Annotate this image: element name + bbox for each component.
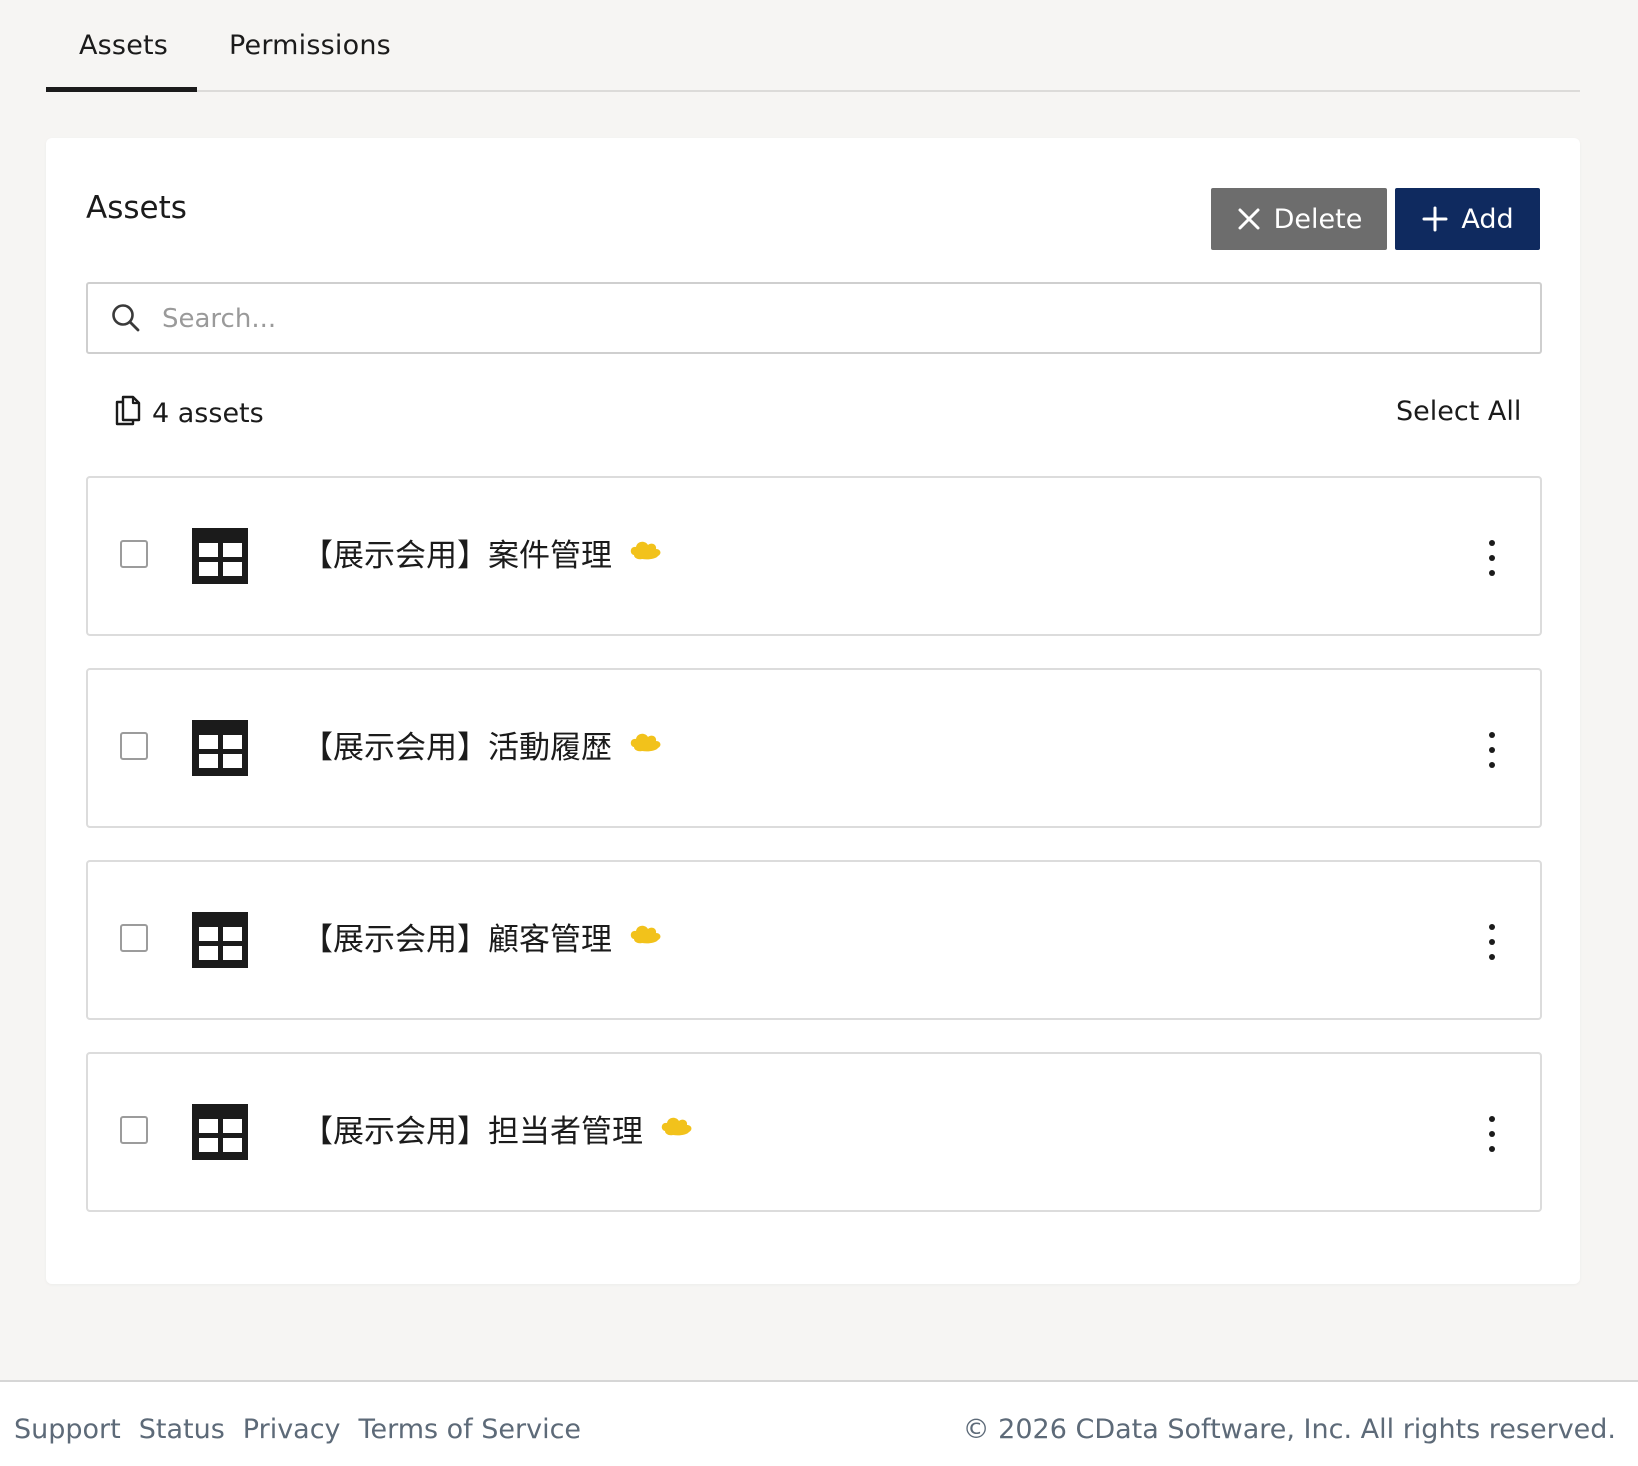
card-title: Assets <box>86 190 187 226</box>
footer: Support Status Privacy Terms of Service … <box>0 1380 1638 1466</box>
footer-link-terms[interactable]: Terms of Service <box>359 1414 582 1445</box>
search-input[interactable] <box>160 284 1524 354</box>
asset-row[interactable]: 【展示会用】担当者管理 <box>86 1052 1542 1212</box>
search-box <box>86 282 1542 354</box>
footer-link-privacy[interactable]: Privacy <box>243 1414 341 1445</box>
footer-link-status[interactable]: Status <box>139 1414 225 1445</box>
more-options-icon[interactable] <box>1480 540 1504 576</box>
cloud-badge-icon <box>659 1111 693 1147</box>
assets-card: Assets Delete Add 4 assets <box>46 138 1580 1284</box>
asset-name: 【展示会用】担当者管理 <box>302 1114 643 1150</box>
cloud-badge-icon <box>628 727 662 763</box>
table-icon <box>192 528 248 588</box>
delete-button-label: Delete <box>1273 203 1363 235</box>
asset-checkbox[interactable] <box>120 732 148 760</box>
cloud-badge-icon <box>628 919 662 955</box>
asset-name-wrap: 【展示会用】顧客管理 <box>302 914 662 959</box>
asset-checkbox[interactable] <box>120 924 148 952</box>
search-icon <box>110 302 142 338</box>
asset-row[interactable]: 【展示会用】活動履歴 <box>86 668 1542 828</box>
asset-row[interactable]: 【展示会用】顧客管理 <box>86 860 1542 1020</box>
document-icon <box>114 394 142 433</box>
asset-name-wrap: 【展示会用】活動履歴 <box>302 722 662 767</box>
asset-name: 【展示会用】案件管理 <box>302 538 612 574</box>
footer-link-support[interactable]: Support <box>14 1414 121 1445</box>
asset-checkbox[interactable] <box>120 540 148 568</box>
close-icon <box>1238 208 1260 230</box>
asset-count: 4 assets <box>114 394 264 433</box>
table-icon <box>192 1104 248 1164</box>
asset-name: 【展示会用】顧客管理 <box>302 922 612 958</box>
more-options-icon[interactable] <box>1480 732 1504 768</box>
tab-bar: Assets Permissions <box>46 0 1580 92</box>
cloud-badge-icon <box>628 535 662 571</box>
plus-icon <box>1422 206 1448 232</box>
tab-assets[interactable]: Assets <box>79 30 168 61</box>
table-icon <box>192 720 248 780</box>
asset-count-label: 4 assets <box>152 398 264 429</box>
copyright-text: © 2026 CData Software, Inc. All rights r… <box>962 1414 1616 1445</box>
asset-row[interactable]: 【展示会用】案件管理 <box>86 476 1542 636</box>
asset-checkbox[interactable] <box>120 1116 148 1144</box>
more-options-icon[interactable] <box>1480 924 1504 960</box>
asset-name-wrap: 【展示会用】案件管理 <box>302 530 662 575</box>
select-all-button[interactable]: Select All <box>1396 396 1521 427</box>
table-icon <box>192 912 248 972</box>
asset-name-wrap: 【展示会用】担当者管理 <box>302 1106 693 1151</box>
more-options-icon[interactable] <box>1480 1116 1504 1152</box>
tab-permissions[interactable]: Permissions <box>229 30 391 61</box>
add-button[interactable]: Add <box>1395 188 1540 250</box>
delete-button[interactable]: Delete <box>1211 188 1387 250</box>
asset-name: 【展示会用】活動履歴 <box>302 730 612 766</box>
active-tab-indicator <box>46 87 197 92</box>
footer-links: Support Status Privacy Terms of Service <box>14 1414 581 1445</box>
add-button-label: Add <box>1461 203 1514 235</box>
